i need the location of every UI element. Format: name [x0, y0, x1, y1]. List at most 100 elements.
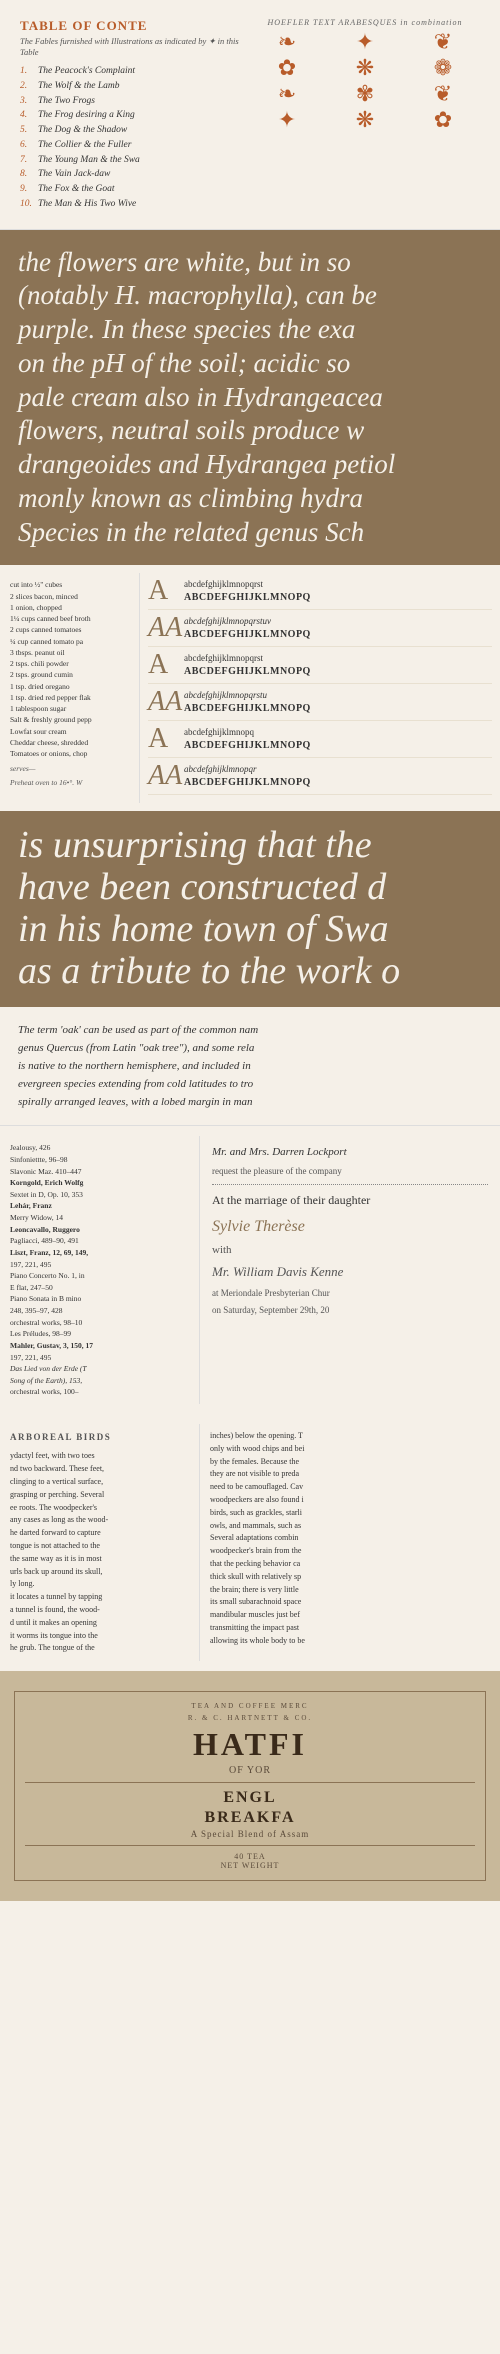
arabesque-3: ❦ [406, 31, 480, 53]
typo-sample: abcdefghijklmnopq ABCDEFGHIJKLMNOPQ [184, 727, 311, 752]
oak-line: evergreen species extending from cold la… [18, 1075, 482, 1093]
arabesque-7: ❧ [250, 83, 324, 105]
birds-left-line: a tunnel is found, the wood- [10, 1604, 189, 1617]
recipe-line: Salt & freshly ground pepp [10, 714, 129, 725]
birds-right-line: woodpeckers are also found i [210, 1494, 490, 1507]
product-top-sub: R. & C. HARTNETT & CO. [25, 1714, 475, 1722]
hydrangea-lines: the flowers are white, but in so(notably… [18, 246, 482, 550]
arabesque-2: ✦ [328, 31, 402, 53]
product-weight-label: 40 TEA [25, 1852, 475, 1861]
arabesque-12: ✿ [406, 109, 480, 131]
composer-list: Jealousy, 426Sinfoniettte, 96–98Slavonic… [10, 1142, 189, 1398]
birds-section: ARBOREAL BIRDS ydactyl feet, with two to… [0, 1414, 500, 1671]
index-left: Jealousy, 426Sinfoniettte, 96–98Slavonic… [0, 1136, 200, 1404]
birds-right-line: the brain; there is very little [210, 1584, 490, 1597]
oak-line: genus Quercus (from Latin "oak tree"), a… [18, 1039, 482, 1057]
composer-item: Mahler, Gustav, 3, 150, 17 [10, 1340, 189, 1352]
product-item: BREAKFA [25, 1809, 475, 1827]
oak-line: The term 'oak' can be used as part of th… [18, 1021, 482, 1039]
church-line: at Meriondale Presbyterian Chur [212, 1286, 488, 1300]
recipe-line: 1¼ cups canned beef broth [10, 613, 129, 624]
typo-upper: ABCDEFGHIJKLMNOPQ [184, 665, 311, 678]
birds-left-line: he darted forward to capture [10, 1527, 189, 1540]
composer-item: Les Préludes, 98–99 [10, 1328, 189, 1340]
at-marriage-line: At the marriage of their daughter [212, 1191, 488, 1210]
hydrangea-line: flowers, neutral soils produce w [18, 414, 482, 448]
typo-lower: abcdefghijklmnopq [184, 727, 311, 739]
arabesque-1: ❧ [250, 31, 324, 53]
recipe-line: 2 tsps. ground cumin [10, 669, 129, 680]
oak-line: spirally arranged leaves, with a lobed m… [18, 1093, 482, 1111]
recipe-content: cut into ½" cubes2 slices bacon, minced1… [10, 579, 129, 759]
birds-right-line: by the females. Because the [210, 1456, 490, 1469]
birds-right-line: Several adaptations combin [210, 1532, 490, 1545]
preheat-note: Preheat oven to 16•°. W [10, 777, 129, 788]
birds-left-line: d until it makes an opening [10, 1617, 189, 1630]
recipe-line: 3 tbsps. peanut oil [10, 647, 129, 658]
composer-item: Korngold, Erich Wolfg [10, 1177, 189, 1189]
toc-item: 9.The Fox & the Goat [20, 183, 240, 197]
composer-item: Sinfoniettte, 96–98 [10, 1154, 189, 1166]
typo-letter: A [148, 577, 184, 605]
toc-num: 9. [20, 183, 38, 197]
typo-sample: abcdefghijklmnopqrst ABCDEFGHIJKLMNOPQ [184, 653, 311, 678]
composer-item: Slavonic Maz. 410–447 [10, 1166, 189, 1178]
toc-title-text: The Collier & the Fuller [38, 139, 131, 153]
birds-left-line: clinging to a vertical surface, [10, 1476, 189, 1489]
toc-num: 5. [20, 124, 38, 138]
typo-lower: abcdefghijklmnopqrst [184, 579, 311, 591]
typo-letter: AA [148, 688, 184, 716]
composer-item: E flat, 247–50 [10, 1282, 189, 1294]
typo-row: A abcdefghijklmnopqrst ABCDEFGHIJKLMNOPQ [148, 651, 492, 684]
toc-item: 6.The Collier & the Fuller [20, 139, 240, 153]
dots-divider [212, 1184, 488, 1185]
recipe-line: Cheddar cheese, shredded [10, 737, 129, 748]
typo-lower: abcdefghijklmnopqr [184, 764, 311, 776]
large-text-line: as a tribute to the work o [18, 951, 482, 993]
product-net-weight: NET WEIGHT [25, 1861, 475, 1870]
toc-item: 7.The Young Man & the Swa [20, 154, 240, 168]
large-text-line: have been constructed d [18, 867, 482, 909]
typo-section: cut into ½" cubes2 slices bacon, minced1… [0, 565, 500, 811]
large-text-lines: is unsurprising that thehave been constr… [18, 825, 482, 992]
typo-sample: abcdefghijklmnopqrstuv ABCDEFGHIJKLMNOPQ [184, 616, 311, 641]
typo-sample: abcdefghijklmnopqrstu ABCDEFGHIJKLMNOPQ [184, 690, 311, 715]
arabesque-6: ❁ [406, 57, 480, 79]
birds-right-line: transmitting the impact past [210, 1622, 490, 1635]
recipe-line: 1 tsp. dried red pepper flak [10, 692, 129, 703]
birds-right-line: only with wood chips and bei [210, 1443, 490, 1456]
toc-subtitle: The Fables furnished with Illustrations … [20, 36, 240, 57]
with-line: with [212, 1242, 488, 1260]
recipe-line: 2 tsps. chili powder [10, 658, 129, 669]
oak-section: The term 'oak' can be used as part of th… [0, 1007, 500, 1127]
typo-letter: AA [148, 614, 184, 642]
toc-num: 1. [20, 65, 38, 79]
birds-right-line: thick skull with relatively sp [210, 1571, 490, 1584]
typo-letter: AA [148, 762, 184, 790]
hydrangea-line: monly known as climbing hydra [18, 482, 482, 516]
composer-item: Sextet in D, Op. 10, 353 [10, 1189, 189, 1201]
index-right: Mr. and Mrs. Darren Lockport request the… [200, 1136, 500, 1404]
recipe-line: 1 tablespoon sugar [10, 703, 129, 714]
composer-item: Leoncavallo, Ruggero [10, 1224, 189, 1236]
recipe-line: ¼ cup canned tomato pa [10, 636, 129, 647]
birds-left-line: tongue is not attached to the [10, 1540, 189, 1553]
birds-left-title: ARBOREAL BIRDS [10, 1430, 189, 1444]
toc-num: 4. [20, 109, 38, 123]
toc-num: 10. [20, 198, 38, 212]
hydrangea-line: purple. In these species the exa [18, 313, 482, 347]
birds-left-line: ee roots. The woodpecker's [10, 1502, 189, 1515]
toc-item: 1.The Peacock's Complaint [20, 65, 240, 79]
toc-num: 2. [20, 80, 38, 94]
arabesque-grid: ❧ ✦ ❦ ✿ ❋ ❁ ❧ ✾ ❦ ✦ ❋ ✿ [250, 31, 480, 131]
composer-item: Song of the Earth), 153, [10, 1375, 189, 1387]
recipe-line: Tomatoes or onions, chop [10, 748, 129, 759]
product-brand: HATFI [25, 1726, 475, 1763]
birds-right-line: inches) below the opening. T [210, 1430, 490, 1443]
typo-upper: ABCDEFGHIJKLMNOPQ [184, 776, 311, 789]
toc-item: 4.The Frog desiring a King [20, 109, 240, 123]
product-section-name: ENGL [25, 1789, 475, 1807]
birds-right-line: they are not visible to preda [210, 1468, 490, 1481]
birds-right-line: that the pecking behavior ca [210, 1558, 490, 1571]
composer-item: Piano Sonata in B mino [10, 1293, 189, 1305]
